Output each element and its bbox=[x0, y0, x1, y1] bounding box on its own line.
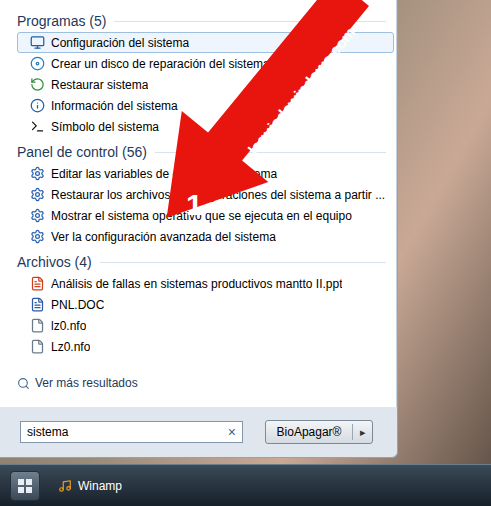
start-menu: Programas (5)Configuración del sistemaCr… bbox=[0, 0, 398, 458]
presentation-file-icon bbox=[30, 276, 45, 291]
document-file-icon bbox=[30, 297, 45, 312]
control-panel-icon bbox=[30, 229, 45, 244]
desktop: Programas (5)Configuración del sistemaCr… bbox=[0, 0, 491, 506]
result-section: Panel de control (56)Editar las variable… bbox=[17, 141, 394, 247]
section-header: Archivos (4) bbox=[17, 251, 394, 273]
start-button[interactable] bbox=[10, 471, 40, 501]
result-item[interactable]: PNL.DOC bbox=[17, 294, 394, 315]
file-icon bbox=[30, 339, 45, 354]
search-box[interactable]: sistema× bbox=[20, 421, 243, 443]
control-panel-icon bbox=[30, 187, 45, 202]
result-item[interactable]: Lz0.nfo bbox=[17, 336, 394, 357]
file-icon bbox=[30, 318, 45, 333]
result-item[interactable]: Análisis de fallas en sistemas productiv… bbox=[17, 273, 394, 294]
clear-button[interactable]: × bbox=[228, 425, 236, 439]
search-icon bbox=[17, 377, 30, 390]
result-item[interactable]: Ver la configuración avanzada del sistem… bbox=[17, 226, 394, 247]
winamp-icon bbox=[58, 479, 72, 493]
monitor-icon bbox=[30, 35, 45, 50]
taskbar-item[interactable]: Winamp bbox=[58, 477, 122, 495]
windows-logo-icon bbox=[17, 478, 33, 494]
more-results[interactable]: Ver más resultados bbox=[17, 373, 394, 393]
result-item[interactable]: Editar las variables de entorno del sist… bbox=[17, 163, 394, 184]
result-item[interactable]: Restaurar los archivos y configuraciones… bbox=[17, 184, 394, 205]
disc-icon bbox=[30, 56, 45, 71]
shutdown-button[interactable]: BioApagar®▸ bbox=[265, 420, 373, 444]
taskbar: Winamp bbox=[0, 464, 491, 506]
photo-background: Programas (5)Configuración del sistemaCr… bbox=[0, 0, 491, 458]
section-header: Panel de control (56) bbox=[17, 141, 394, 163]
control-panel-icon bbox=[30, 166, 45, 181]
restore-icon bbox=[30, 77, 45, 92]
info-icon bbox=[30, 98, 45, 113]
bottom-strip: sistema× BioApagar®▸ bbox=[0, 407, 397, 457]
result-item[interactable]: Restaurar sistema bbox=[17, 74, 394, 95]
annotation-arrow bbox=[0, 0, 491, 506]
control-panel-icon bbox=[30, 208, 45, 223]
result-item[interactable]: Información del sistema bbox=[17, 95, 394, 116]
result-item[interactable]: Símbolo del sistema bbox=[17, 116, 394, 137]
annotation-number: 1 bbox=[186, 190, 203, 220]
result-item[interactable]: Mostrar el sistema operativo que se ejec… bbox=[17, 205, 394, 226]
result-section: Archivos (4)Análisis de fallas en sistem… bbox=[17, 251, 394, 357]
result-item[interactable]: lz0.nfo bbox=[17, 315, 394, 336]
terminal-icon bbox=[30, 119, 45, 134]
